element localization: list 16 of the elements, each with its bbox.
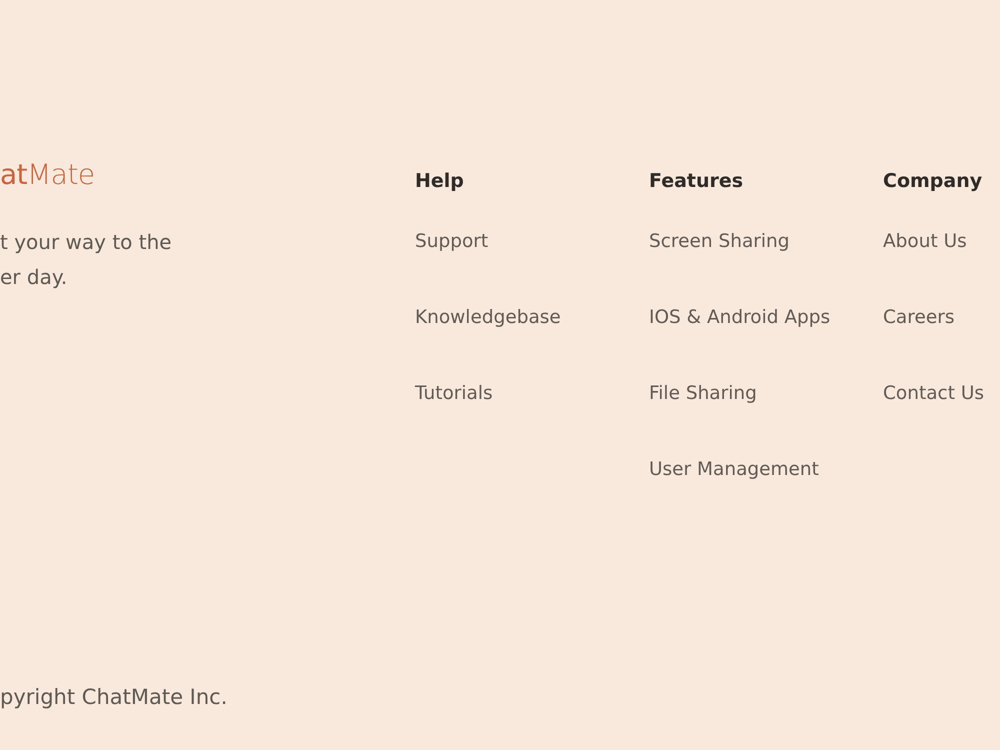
brand-wordmark[interactable]: atMate bbox=[0, 157, 95, 193]
footer-link[interactable]: File Sharing bbox=[649, 380, 757, 408]
footer-link[interactable]: Contact Us bbox=[883, 380, 984, 408]
footer-link[interactable]: IOS & Android Apps bbox=[649, 304, 830, 332]
column-heading: Features bbox=[649, 169, 744, 194]
column-heading: Help bbox=[415, 169, 464, 194]
footer-link[interactable]: Tutorials bbox=[415, 380, 493, 408]
column-heading: Company bbox=[883, 169, 982, 194]
footer-link[interactable]: User Management bbox=[649, 456, 819, 484]
footer-link[interactable]: Support bbox=[415, 228, 488, 256]
copyright-text: pyright ChatMate Inc. bbox=[0, 684, 228, 711]
footer-link[interactable]: Careers bbox=[883, 304, 954, 332]
footer-link[interactable]: Screen Sharing bbox=[649, 228, 790, 256]
tagline-text: t your way to the er day. bbox=[0, 229, 172, 291]
footer-link[interactable]: About Us bbox=[883, 228, 967, 256]
footer-link[interactable]: Knowledgebase bbox=[415, 304, 561, 332]
